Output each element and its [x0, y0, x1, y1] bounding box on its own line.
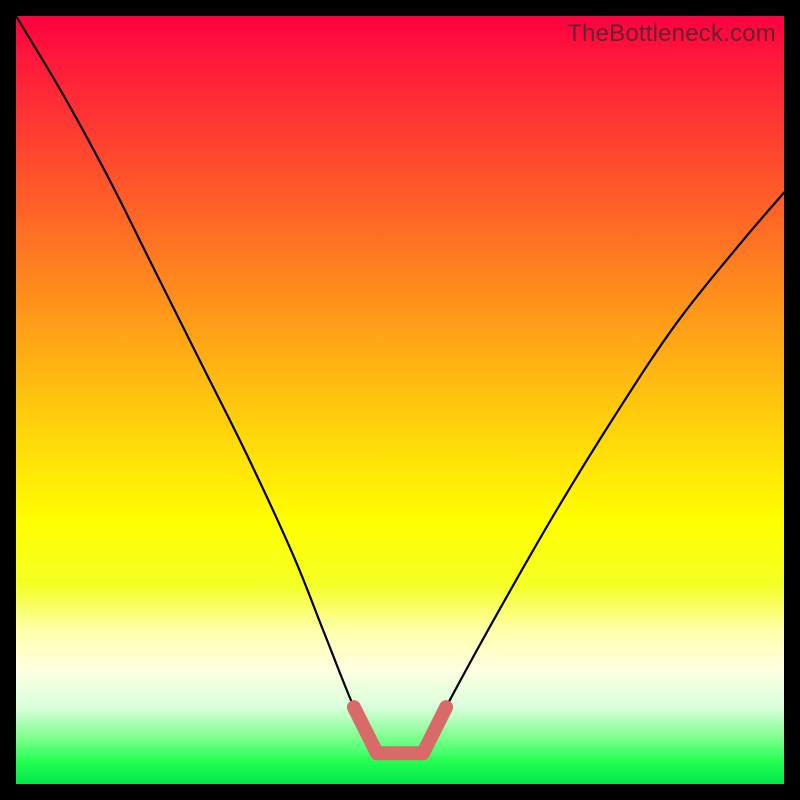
chart-frame: TheBottleneck.com: [16, 16, 784, 784]
bottleneck-curve-line: [16, 16, 784, 757]
bottleneck-curve-highlight: [354, 707, 446, 753]
chart-svg: [16, 16, 784, 784]
